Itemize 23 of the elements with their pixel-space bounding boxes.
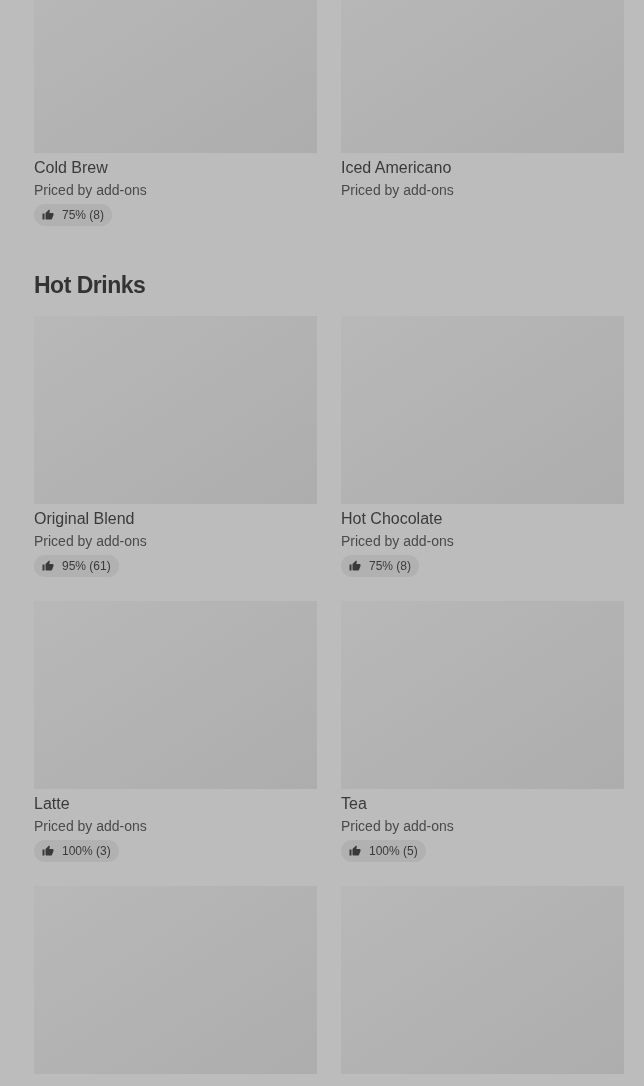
thumbs-up-icon xyxy=(42,209,54,221)
thumbs-up-icon xyxy=(349,845,361,857)
thumbs-up-icon xyxy=(42,560,54,572)
rating-text: 75% (8) xyxy=(62,207,105,224)
item-title: Latte xyxy=(34,794,71,814)
rating-text: 95% (61) xyxy=(62,558,111,575)
item-subtitle: Priced by add-ons xyxy=(34,817,148,836)
item-subtitle: Priced by add-ons xyxy=(341,532,455,551)
item-subtitle: Priced by add-ons xyxy=(34,181,148,200)
item-title: Iced Americano xyxy=(341,158,453,178)
section-heading: Hot Drinks xyxy=(34,271,147,300)
item-title: Original Blend xyxy=(34,509,136,529)
rating-text: 100% (5) xyxy=(369,843,418,860)
item-title: Hot Chocolate xyxy=(341,509,444,529)
rating-text: 75% (8) xyxy=(369,558,412,575)
thumbs-up-icon xyxy=(42,845,54,857)
item-subtitle: Priced by add-ons xyxy=(341,817,455,836)
thumbs-up-icon xyxy=(349,560,361,572)
rating-text: 100% (3) xyxy=(62,843,111,860)
item-subtitle: Priced by add-ons xyxy=(341,181,455,200)
item-title: Tea xyxy=(341,794,368,814)
item-title: Cold Brew xyxy=(34,158,109,178)
item-subtitle: Priced by add-ons xyxy=(34,532,148,551)
